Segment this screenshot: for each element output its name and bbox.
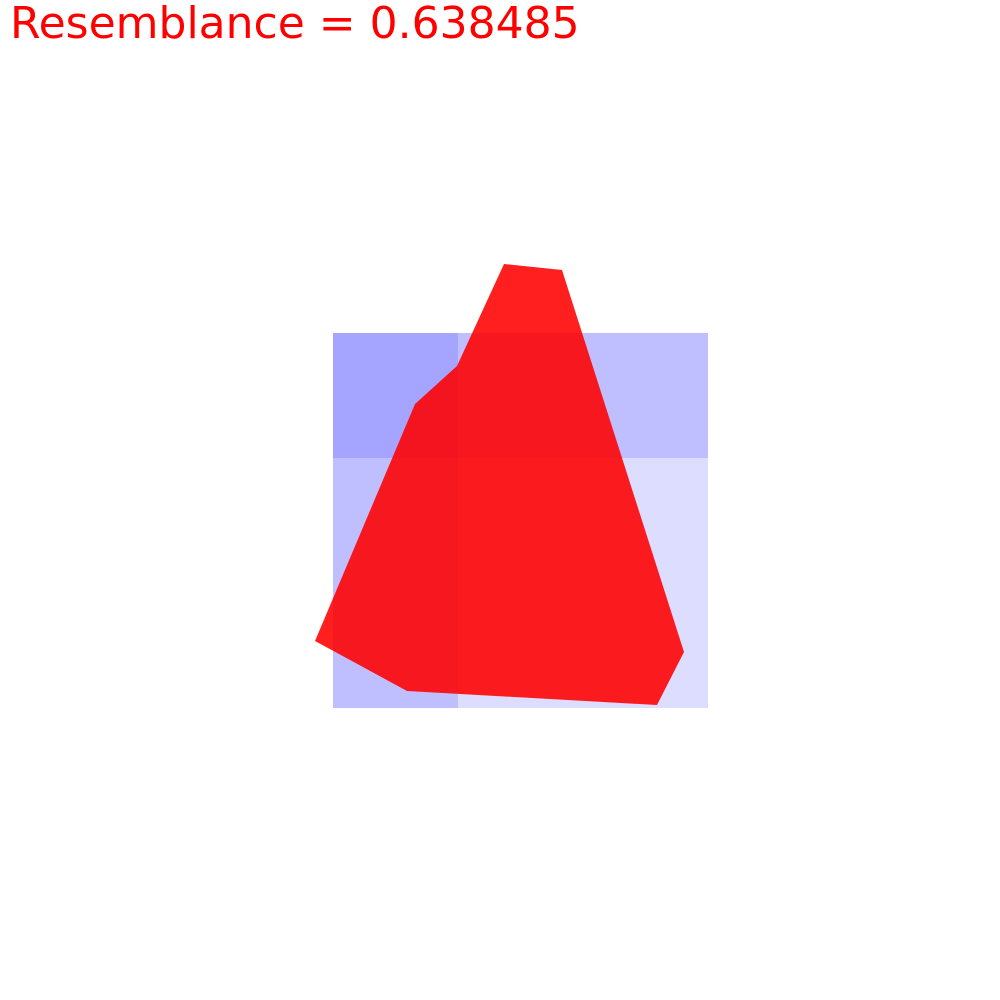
overlap-scene	[315, 264, 708, 708]
canvas: Resemblance = 0.638485	[0, 0, 1000, 1000]
